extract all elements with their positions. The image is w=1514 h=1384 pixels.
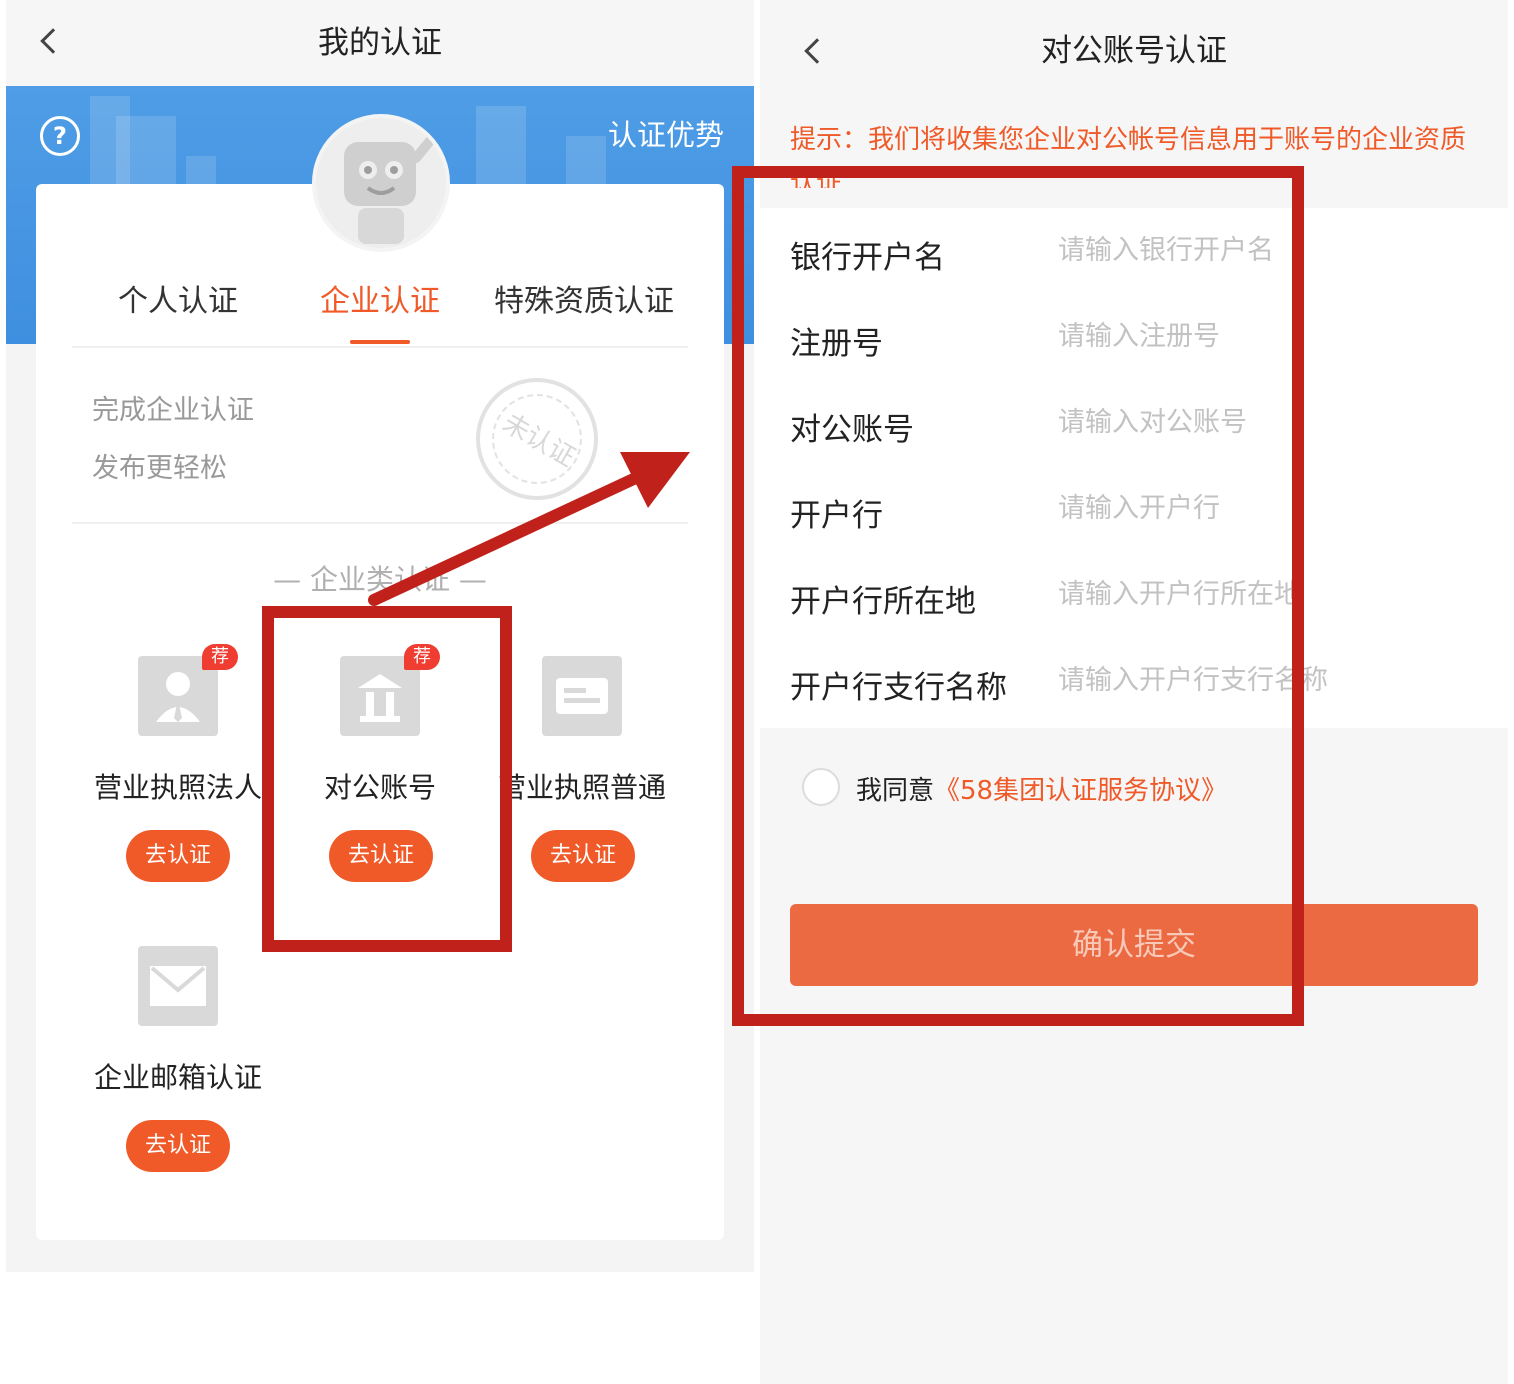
arrow-icon [368, 452, 690, 606]
